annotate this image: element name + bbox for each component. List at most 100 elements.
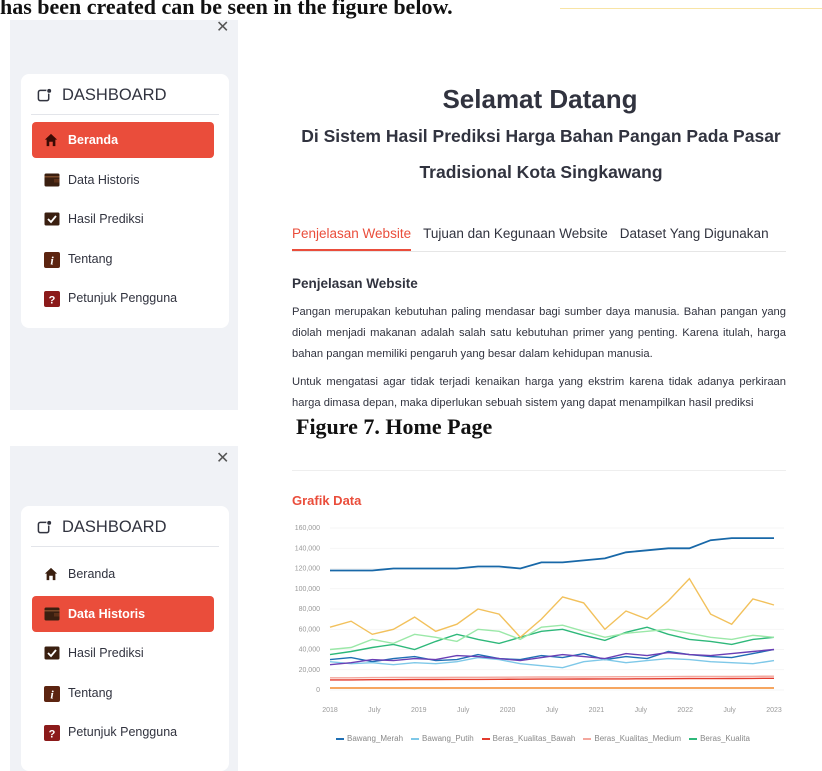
sidebar-item-petunjuk-pengguna[interactable]: ? Petunjuk Pengguna xyxy=(32,714,214,750)
sidebar-item-label: Beranda xyxy=(68,133,119,147)
y-tick-label: 140,000 xyxy=(295,545,320,552)
dashboard-header: DASHBOARD xyxy=(37,86,167,105)
page-title: Selamat Datang xyxy=(442,84,638,114)
sidebar-separator xyxy=(31,114,219,115)
y-tick-label: 160,000 xyxy=(295,525,320,532)
sidebar-item-label: Hasil Prediksi xyxy=(68,646,144,660)
figure-caption: Figure 7. Home Page xyxy=(296,414,493,439)
sidebar-card: DASHBOARD Beranda Data Historis Hasil Pred… xyxy=(21,506,229,771)
chart-legend: Bawang_Merah Bawang_Putih Beras_Kualitas_B… xyxy=(336,734,786,743)
sidebar-card: DASHBOARD Beranda Data Historis Hasil Pred… xyxy=(21,74,229,328)
check-box-icon xyxy=(44,646,60,660)
page-subtitle-line1: Di Sistem Hasil Prediksi Harga Bahan Pan… xyxy=(301,126,781,146)
home-icon xyxy=(44,133,58,147)
close-icon[interactable]: ✕ xyxy=(216,17,229,37)
dashboard-header: DASHBOARD xyxy=(37,518,167,537)
sidebar-item-hasil-prediksi[interactable]: Hasil Prediksi xyxy=(32,201,214,237)
x-tick-label: 2022 xyxy=(677,707,693,714)
tab-dataset[interactable]: Dataset Yang Digunakan xyxy=(620,226,769,251)
legend-swatch xyxy=(411,737,420,740)
series-line-beras_kualitas_bawah xyxy=(330,677,775,681)
series-line-series-5 xyxy=(329,577,775,639)
dashboard-icon xyxy=(37,520,52,534)
series-line-beras_kualita xyxy=(329,626,775,656)
legend-swatch xyxy=(481,737,490,740)
sidebar-item-tentang[interactable]: i Tentang xyxy=(32,675,214,711)
sidebar-item-data-historis[interactable]: Data Historis xyxy=(32,162,214,198)
tab-tujuan[interactable]: Tujuan dan Kegunaan Website xyxy=(423,226,608,251)
paragraph-2: Untuk mengatasi agar tidak terjadi kenai… xyxy=(292,376,786,409)
legend-label: Beras_Kualitas_Medium xyxy=(594,734,682,743)
y-tick-label: 0 xyxy=(316,687,320,694)
y-tick-label: 80,000 xyxy=(299,606,321,613)
wallet-icon xyxy=(44,607,60,621)
close-icon[interactable]: ✕ xyxy=(216,448,229,468)
x-tick-label: July xyxy=(723,707,736,714)
paragraph-1: Pangan merupakan kebutuhan paling mendas… xyxy=(292,306,786,360)
y-tick-label: 120,000 xyxy=(295,566,320,573)
series-line-beras_kualitas_medium xyxy=(330,675,775,679)
legend-swatch xyxy=(583,737,592,740)
dashboard-icon xyxy=(37,88,52,102)
tabs: Penjelasan Website Tujuan dan Kegunaan W… xyxy=(292,226,786,252)
x-tick-label: 2018 xyxy=(322,707,338,714)
legend-swatch xyxy=(336,737,344,740)
sidebar-item-label: Data Historis xyxy=(68,606,146,621)
sidebar-data-historis: ✕ DASHBOARD Beranda Data Historis Hasil Pr… xyxy=(10,446,238,771)
legend-item[interactable]: Beras_Kualita xyxy=(689,734,750,743)
x-tick-label: 2019 xyxy=(411,707,427,714)
sidebar-item-label: Tentang xyxy=(68,251,113,266)
x-tick-label: July xyxy=(457,707,470,714)
divider-line xyxy=(560,8,822,9)
legend-label: Beras_Kualita xyxy=(700,734,750,743)
sidebar-item-label: Data Historis xyxy=(68,172,140,187)
sidebar-item-beranda[interactable]: Beranda xyxy=(32,122,214,158)
section-heading: Penjelasan Website xyxy=(292,276,418,291)
y-tick-label: 100,000 xyxy=(295,586,320,593)
question-icon: ? xyxy=(44,291,60,307)
info-icon: i xyxy=(44,685,60,702)
y-tick-label: 60,000 xyxy=(299,626,321,633)
x-tick-label: July xyxy=(546,707,559,714)
x-tick-label: 2023 xyxy=(766,707,782,714)
svg-text:?: ? xyxy=(49,295,56,307)
sidebar-item-label: Petunjuk Pengguna xyxy=(68,291,178,305)
x-tick-label: 2020 xyxy=(500,707,516,714)
sidebar-item-label: Beranda xyxy=(68,567,116,581)
series-line-bawang_putih xyxy=(329,656,775,669)
legend-item[interactable]: Bawang_Putih xyxy=(411,734,474,743)
wallet-icon xyxy=(44,173,60,187)
y-tick-label: 20,000 xyxy=(299,667,321,674)
sidebar-separator xyxy=(31,546,219,547)
x-tick-label: 2021 xyxy=(589,707,605,714)
legend-label: Beras_Kualitas_Bawah xyxy=(492,734,576,743)
page-subtitle-line2: Tradisional Kota Singkawang xyxy=(419,162,663,182)
svg-text:?: ? xyxy=(49,729,56,741)
check-box-icon xyxy=(44,212,60,226)
question-icon: ? xyxy=(44,725,60,741)
legend-label: Bawang_Putih xyxy=(422,734,474,743)
legend-swatch xyxy=(689,737,698,740)
sidebar-item-hasil-prediksi[interactable]: Hasil Prediksi xyxy=(32,635,214,671)
legend-item[interactable]: Beras_Kualitas_Medium xyxy=(583,734,681,743)
y-tick-label: 40,000 xyxy=(299,647,321,654)
dashboard-label: DASHBOARD xyxy=(62,86,167,104)
sidebar-item-data-historis[interactable]: Data Historis xyxy=(32,595,214,632)
sidebar-item-petunjuk-pengguna[interactable]: ? Petunjuk Pengguna xyxy=(32,280,214,316)
chart-divider xyxy=(292,470,786,471)
x-tick-label: July xyxy=(368,707,381,714)
chart-title: Grafik Data xyxy=(292,493,362,508)
legend-item[interactable]: Bawang_Merah xyxy=(336,734,403,743)
sidebar-item-beranda[interactable]: Beranda xyxy=(32,556,214,592)
home-icon xyxy=(44,567,58,581)
dashboard-label: DASHBOARD xyxy=(62,518,167,536)
legend-item[interactable]: Beras_Kualitas_Bawah xyxy=(481,734,576,743)
info-icon: i xyxy=(44,251,60,268)
line-chart: 160,000 140,000 120,000 100,000 80,000 60,000… xyxy=(295,525,784,714)
sidebar-item-label: Tentang xyxy=(68,685,113,700)
sidebar-item-tentang[interactable]: i Tentang xyxy=(32,241,214,277)
sidebar-item-label: Hasil Prediksi xyxy=(68,212,144,226)
sidebar-home: ✕ DASHBOARD Beranda Data Historis Hasil Pr… xyxy=(10,17,238,410)
tab-penjelasan[interactable]: Penjelasan Website xyxy=(292,226,412,251)
x-tick-label: July xyxy=(635,707,648,714)
